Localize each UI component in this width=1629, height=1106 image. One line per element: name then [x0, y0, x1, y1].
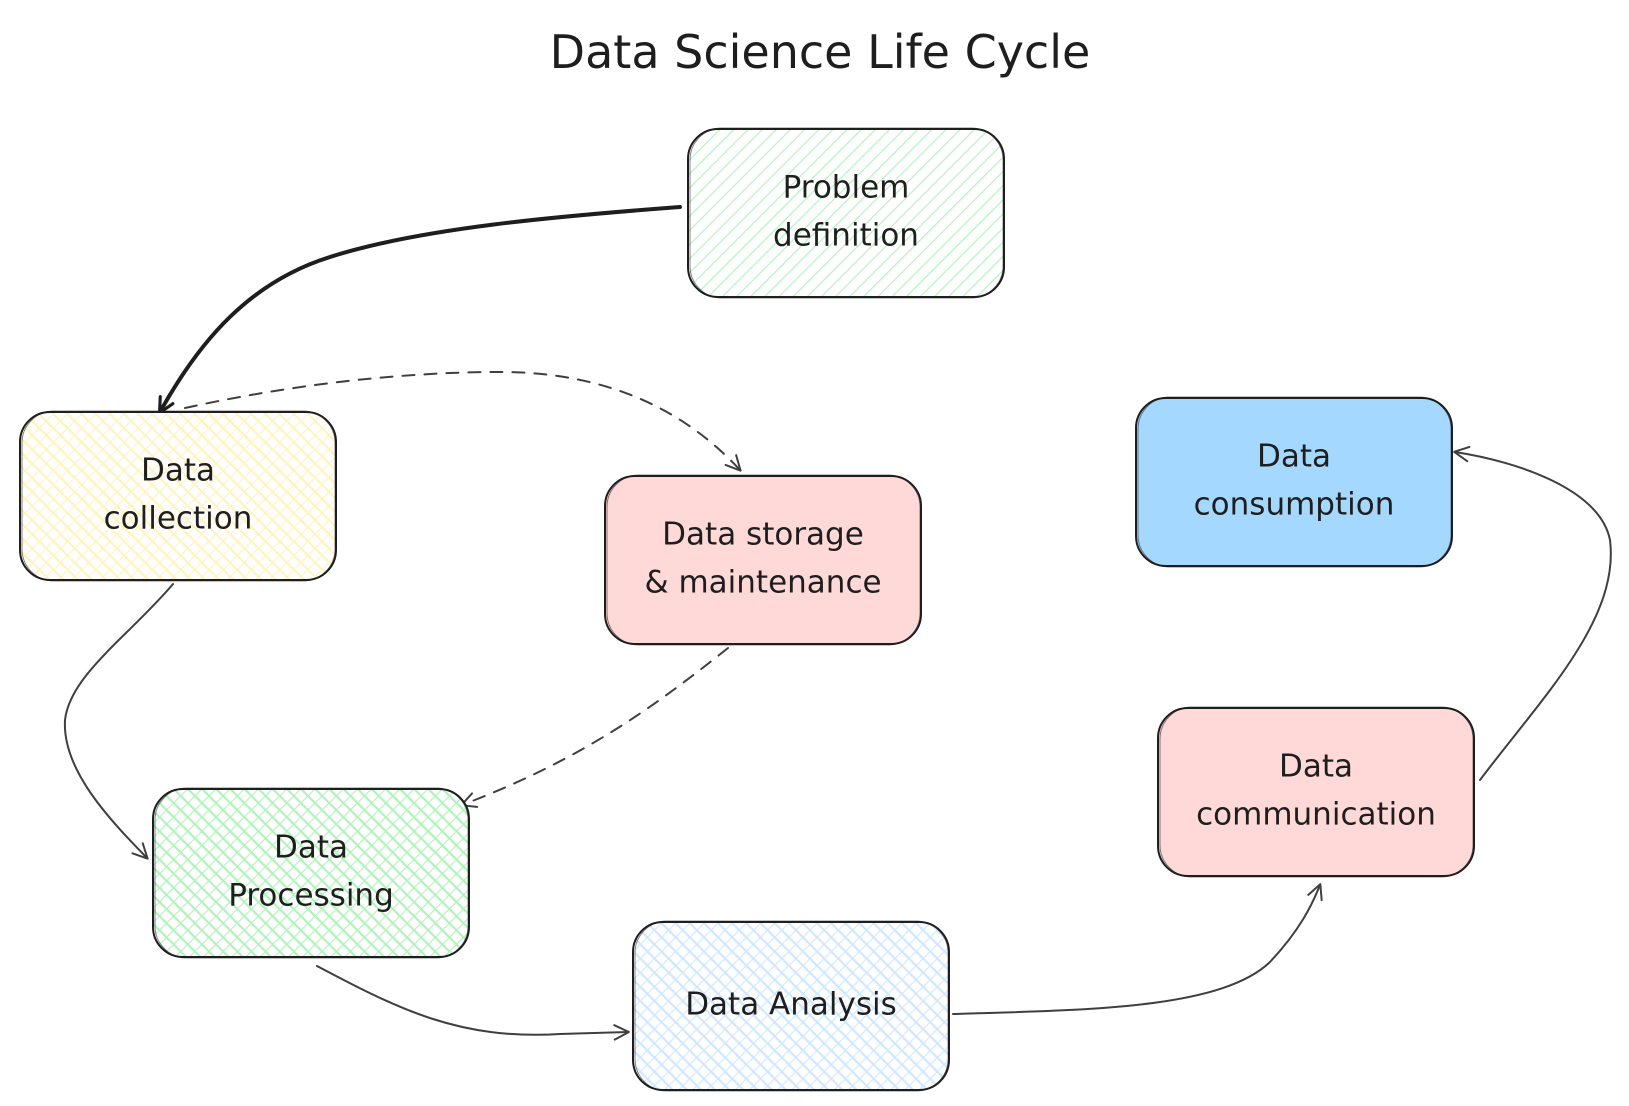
- node-label-processing: Data: [274, 830, 348, 866]
- node-problem: Problem definition: [687, 127, 1005, 299]
- node-label-storage: Data storage: [662, 517, 864, 553]
- data-science-life-cycle-diagram: Data Science Life Cycle Problem definitio…: [19, 25, 1612, 1092]
- node-label-problem: definition: [773, 218, 919, 254]
- node-label-storage: & maintenance: [644, 565, 881, 601]
- node-label-communication: Data: [1279, 749, 1353, 785]
- node-label-consumption: Data: [1257, 439, 1331, 475]
- node-label-collection: collection: [104, 501, 253, 537]
- node-communication: Data communication: [1157, 706, 1475, 878]
- node-label-consumption: consumption: [1194, 487, 1395, 523]
- node-consumption: Data consumption: [1135, 396, 1453, 568]
- arrow-analysis-communication: [952, 883, 1323, 1015]
- node-label-analysis: Data Analysis: [685, 987, 897, 1023]
- node-box-processing: [152, 788, 470, 958]
- arrow-communication-consumption: [1453, 445, 1612, 781]
- node-box-communication: [1157, 707, 1475, 877]
- diagram-title: Data Science Life Cycle: [550, 25, 1091, 79]
- node-box-collection: [19, 411, 337, 581]
- node-collection: Data collection: [19, 410, 337, 582]
- arrow-problem-collection: [157, 205, 682, 415]
- node-box-problem: [687, 128, 1005, 298]
- node-processing: Data Processing: [152, 787, 470, 959]
- arrow-processing-analysis: [316, 965, 630, 1041]
- node-label-collection: Data: [141, 453, 215, 489]
- nodes-layer: Problem definition Data collection Data stor…: [19, 127, 1475, 1092]
- node-label-problem: Problem: [783, 170, 910, 206]
- node-analysis: Data Analysis: [632, 920, 950, 1092]
- node-box-consumption: [1135, 397, 1453, 567]
- node-label-communication: communication: [1196, 797, 1436, 833]
- node-box-storage: [604, 475, 922, 645]
- node-label-processing: Processing: [228, 878, 394, 914]
- arrow-storage-processing: [460, 647, 729, 808]
- node-storage: Data storage & maintenance: [604, 474, 922, 646]
